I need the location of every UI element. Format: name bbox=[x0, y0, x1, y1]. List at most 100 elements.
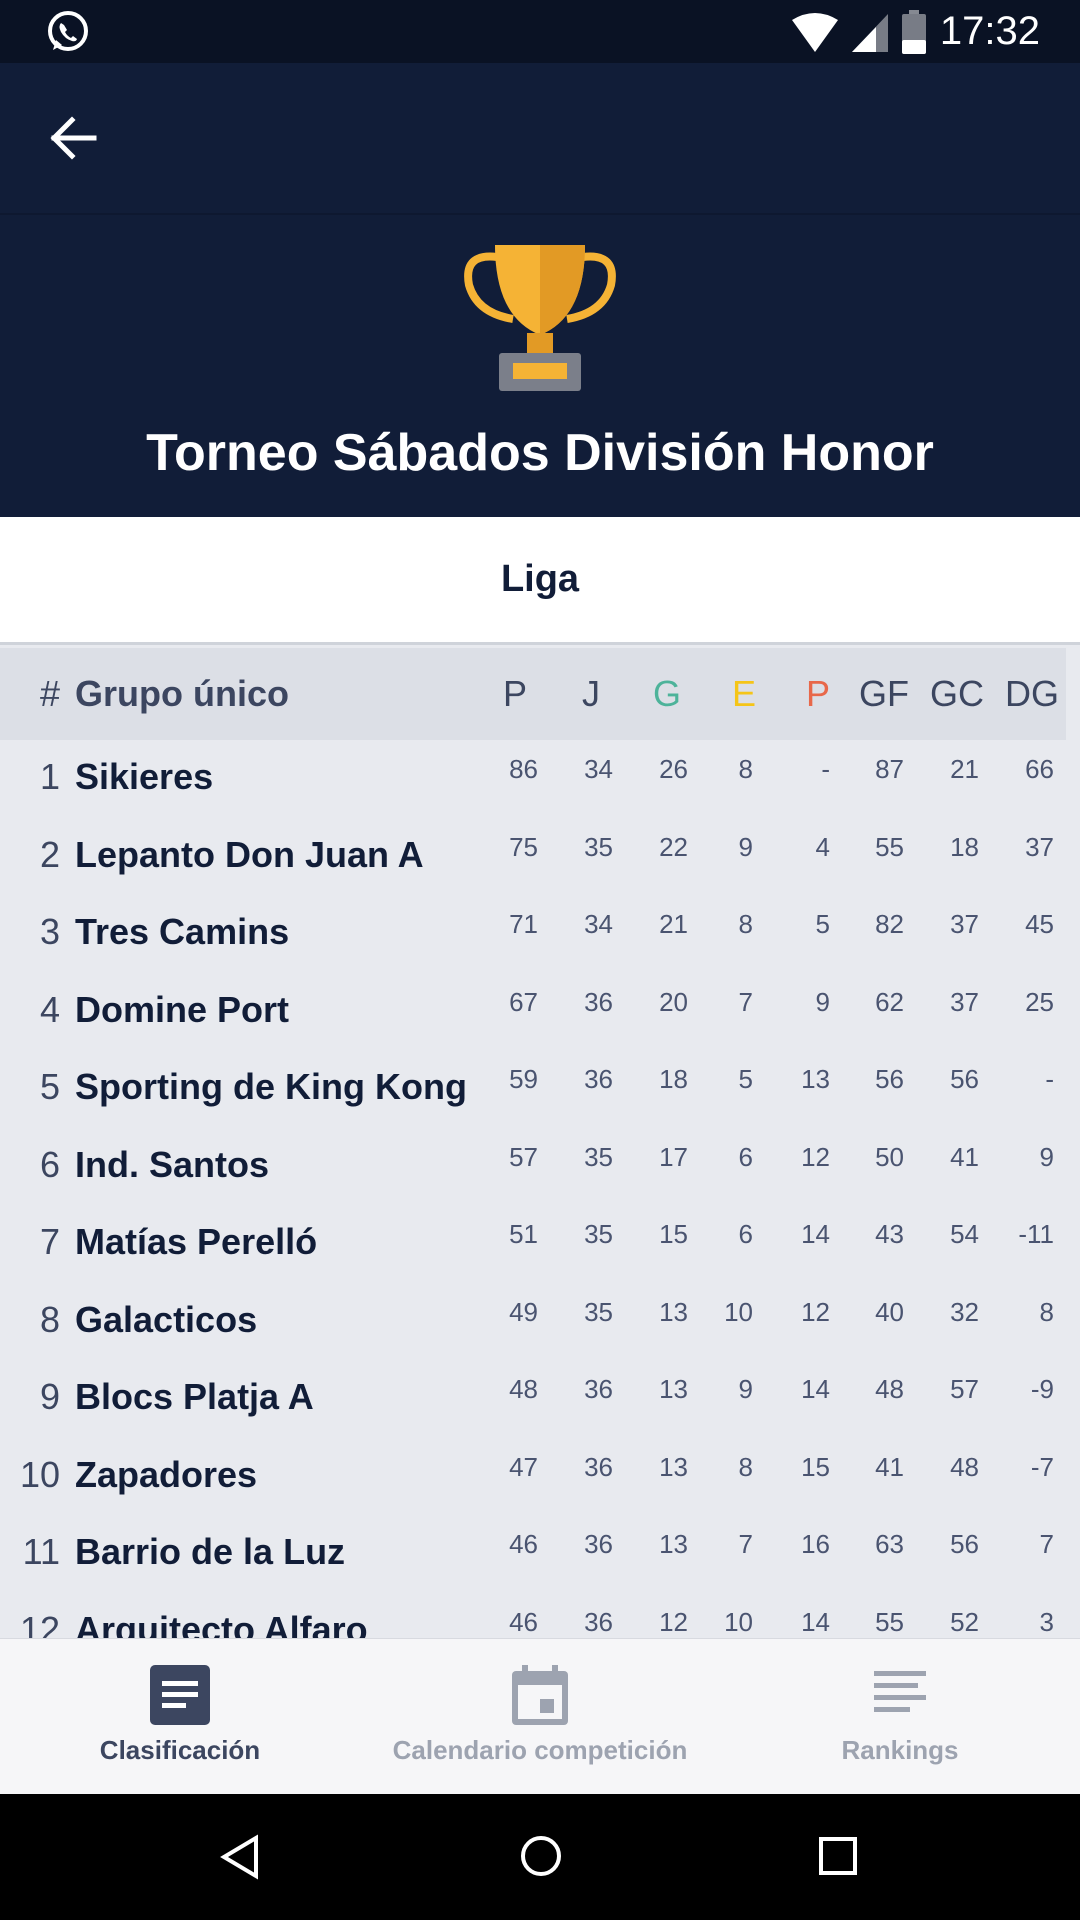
row-stat-p: 57 bbox=[509, 1141, 538, 1172]
nav-clasificacion[interactable]: Clasificación bbox=[40, 1639, 320, 1795]
row-stat-gf: 55 bbox=[875, 831, 904, 862]
col-goals-against-header: GC bbox=[930, 673, 984, 714]
row-stat-p: 75 bbox=[509, 831, 538, 862]
nav-label: Clasificación bbox=[99, 1735, 261, 1765]
row-stat-gf: 55 bbox=[875, 1606, 904, 1637]
row-team-name: Blocs Platja A bbox=[75, 1376, 314, 1417]
table-row[interactable]: 8 Galacticos 49 35 13 10 12 40 32 8 bbox=[0, 1291, 1080, 1368]
row-stat-gf: 41 bbox=[875, 1451, 904, 1482]
row-stat-pl: - bbox=[821, 754, 830, 784]
table-row[interactable]: 7 Matías Perelló 51 35 15 6 14 43 54 -11 bbox=[0, 1213, 1080, 1290]
row-stat-j: 36 bbox=[584, 1374, 613, 1404]
whatsapp-icon bbox=[48, 11, 88, 51]
col-group-header: Grupo único bbox=[75, 673, 289, 714]
battery-icon bbox=[901, 9, 926, 54]
row-team-name: Zapadores bbox=[75, 1453, 258, 1495]
row-stat-j: 36 bbox=[584, 1451, 613, 1482]
row-stat-j: 36 bbox=[584, 1064, 613, 1094]
table-row[interactable]: 10 Zapadores 47 36 13 8 15 41 48 -7 bbox=[0, 1446, 1080, 1523]
back-arrow-icon[interactable] bbox=[44, 109, 102, 167]
back-triangle-icon[interactable] bbox=[220, 1834, 260, 1880]
row-stat-dg: 9 bbox=[1039, 1141, 1054, 1172]
row-team-name: Arquitecto Alfaro bbox=[75, 1608, 368, 1639]
row-stat-g: 13 bbox=[659, 1529, 688, 1559]
row-stat-j: 35 bbox=[584, 831, 613, 862]
wifi-icon bbox=[791, 12, 838, 52]
row-stat-g: 12 bbox=[659, 1606, 688, 1637]
nav-rankings[interactable]: Rankings bbox=[790, 1639, 1010, 1795]
row-rank: 1 bbox=[39, 756, 60, 797]
table-row[interactable]: 3 Tres Camins 71 34 21 8 5 82 37 45 bbox=[0, 903, 1080, 980]
table-row[interactable]: 6 Ind. Santos 57 35 17 6 12 50 41 9 bbox=[0, 1136, 1080, 1213]
tab-liga[interactable]: Liga bbox=[501, 558, 579, 601]
row-stat-e: 9 bbox=[738, 831, 753, 862]
row-rank: 9 bbox=[39, 1376, 60, 1417]
row-stat-j: 36 bbox=[584, 1606, 613, 1637]
list-icon bbox=[150, 1665, 210, 1725]
standings-table[interactable]: # Grupo único P J G E P GF GC DG 1 Sikier… bbox=[0, 648, 1080, 1638]
row-stat-e: 8 bbox=[738, 909, 753, 939]
row-stat-gc: 48 bbox=[950, 1451, 979, 1482]
row-stat-g: 13 bbox=[659, 1296, 688, 1327]
row-stat-p: 46 bbox=[509, 1606, 538, 1637]
table-row[interactable]: 1 Sikieres 86 34 26 8 - 87 21 66 bbox=[0, 748, 1080, 825]
trophy-icon bbox=[464, 245, 616, 391]
table-row[interactable]: 11 Barrio de la Luz 46 36 13 7 16 63 56 7 bbox=[0, 1523, 1080, 1600]
row-stat-e: 7 bbox=[738, 1529, 753, 1559]
row-stat-pl: 14 bbox=[801, 1219, 830, 1249]
recents-square-icon[interactable] bbox=[818, 1836, 858, 1876]
table-row[interactable]: 5 Sporting de King Kong 59 36 18 5 13 56 56 - bbox=[0, 1058, 1080, 1135]
row-stat-dg: 3 bbox=[1039, 1606, 1054, 1637]
row-stat-gf: 43 bbox=[875, 1219, 904, 1249]
table-row[interactable]: 9 Blocs Platja A 48 36 13 9 14 48 57 -9 bbox=[0, 1368, 1080, 1445]
row-team-name: Domine Port bbox=[75, 988, 290, 1030]
row-stat-pl: 9 bbox=[815, 986, 830, 1017]
row-stat-g: 20 bbox=[659, 986, 688, 1017]
row-stat-pl: 14 bbox=[801, 1374, 830, 1404]
row-stat-p: 48 bbox=[509, 1374, 538, 1404]
home-circle-icon[interactable] bbox=[519, 1834, 563, 1878]
row-team-name: Sikieres bbox=[75, 756, 214, 797]
nav-calendario[interactable]: Calendario competición bbox=[370, 1639, 710, 1795]
row-rank: 5 bbox=[39, 1066, 60, 1107]
row-stat-e: 10 bbox=[724, 1296, 753, 1327]
row-rank: 8 bbox=[39, 1298, 60, 1340]
row-rank: 7 bbox=[39, 1221, 60, 1262]
status-bar: 17:32 bbox=[0, 0, 1080, 63]
row-team-name: Matías Perelló bbox=[75, 1221, 318, 1262]
table-row[interactable]: 2 Lepanto Don Juan A 75 35 22 9 4 55 18 37 bbox=[0, 826, 1080, 903]
row-stat-j: 34 bbox=[584, 909, 613, 939]
row-stat-g: 17 bbox=[659, 1141, 688, 1172]
row-stat-gc: 56 bbox=[950, 1529, 979, 1559]
row-stat-gf: 63 bbox=[875, 1529, 904, 1559]
row-team-name: Galacticos bbox=[75, 1298, 258, 1340]
row-stat-p: 47 bbox=[509, 1451, 538, 1482]
status-time: 17:32 bbox=[939, 9, 1040, 53]
row-rank: 6 bbox=[39, 1143, 60, 1185]
table-header: # Grupo único P J G E P GF GC DG bbox=[0, 648, 1066, 740]
row-team-name: Barrio de la Luz bbox=[75, 1531, 346, 1572]
row-team-name: Sporting de King Kong bbox=[75, 1066, 467, 1107]
row-stat-dg: -11 bbox=[1018, 1219, 1054, 1249]
row-stat-gc: 37 bbox=[950, 986, 979, 1017]
row-stat-g: 13 bbox=[659, 1374, 688, 1404]
row-stat-p: 46 bbox=[509, 1529, 538, 1559]
row-stat-g: 18 bbox=[659, 1064, 688, 1094]
row-stat-gc: 54 bbox=[950, 1219, 979, 1249]
row-team-name: Ind. Santos bbox=[75, 1143, 270, 1185]
row-stat-p: 51 bbox=[509, 1219, 538, 1249]
row-stat-p: 49 bbox=[509, 1296, 538, 1327]
row-stat-p: 71 bbox=[509, 909, 538, 939]
row-stat-pl: 16 bbox=[801, 1529, 830, 1559]
row-stat-gf: 56 bbox=[875, 1064, 904, 1094]
row-stat-j: 34 bbox=[584, 754, 613, 784]
system-navigation-bar bbox=[0, 1794, 1080, 1920]
col-won-header: G bbox=[653, 673, 682, 714]
row-stat-pl: 13 bbox=[801, 1064, 830, 1094]
table-row[interactable]: 12 Arquitecto Alfaro 46 36 12 10 14 55 52 3 bbox=[0, 1601, 1080, 1639]
row-stat-g: 22 bbox=[659, 831, 688, 862]
row-stat-gc: 21 bbox=[950, 754, 979, 784]
row-stat-e: 6 bbox=[738, 1141, 753, 1172]
col-goal-diff-header: DG bbox=[1005, 673, 1059, 714]
table-row[interactable]: 4 Domine Port 67 36 20 7 9 62 37 25 bbox=[0, 981, 1080, 1058]
